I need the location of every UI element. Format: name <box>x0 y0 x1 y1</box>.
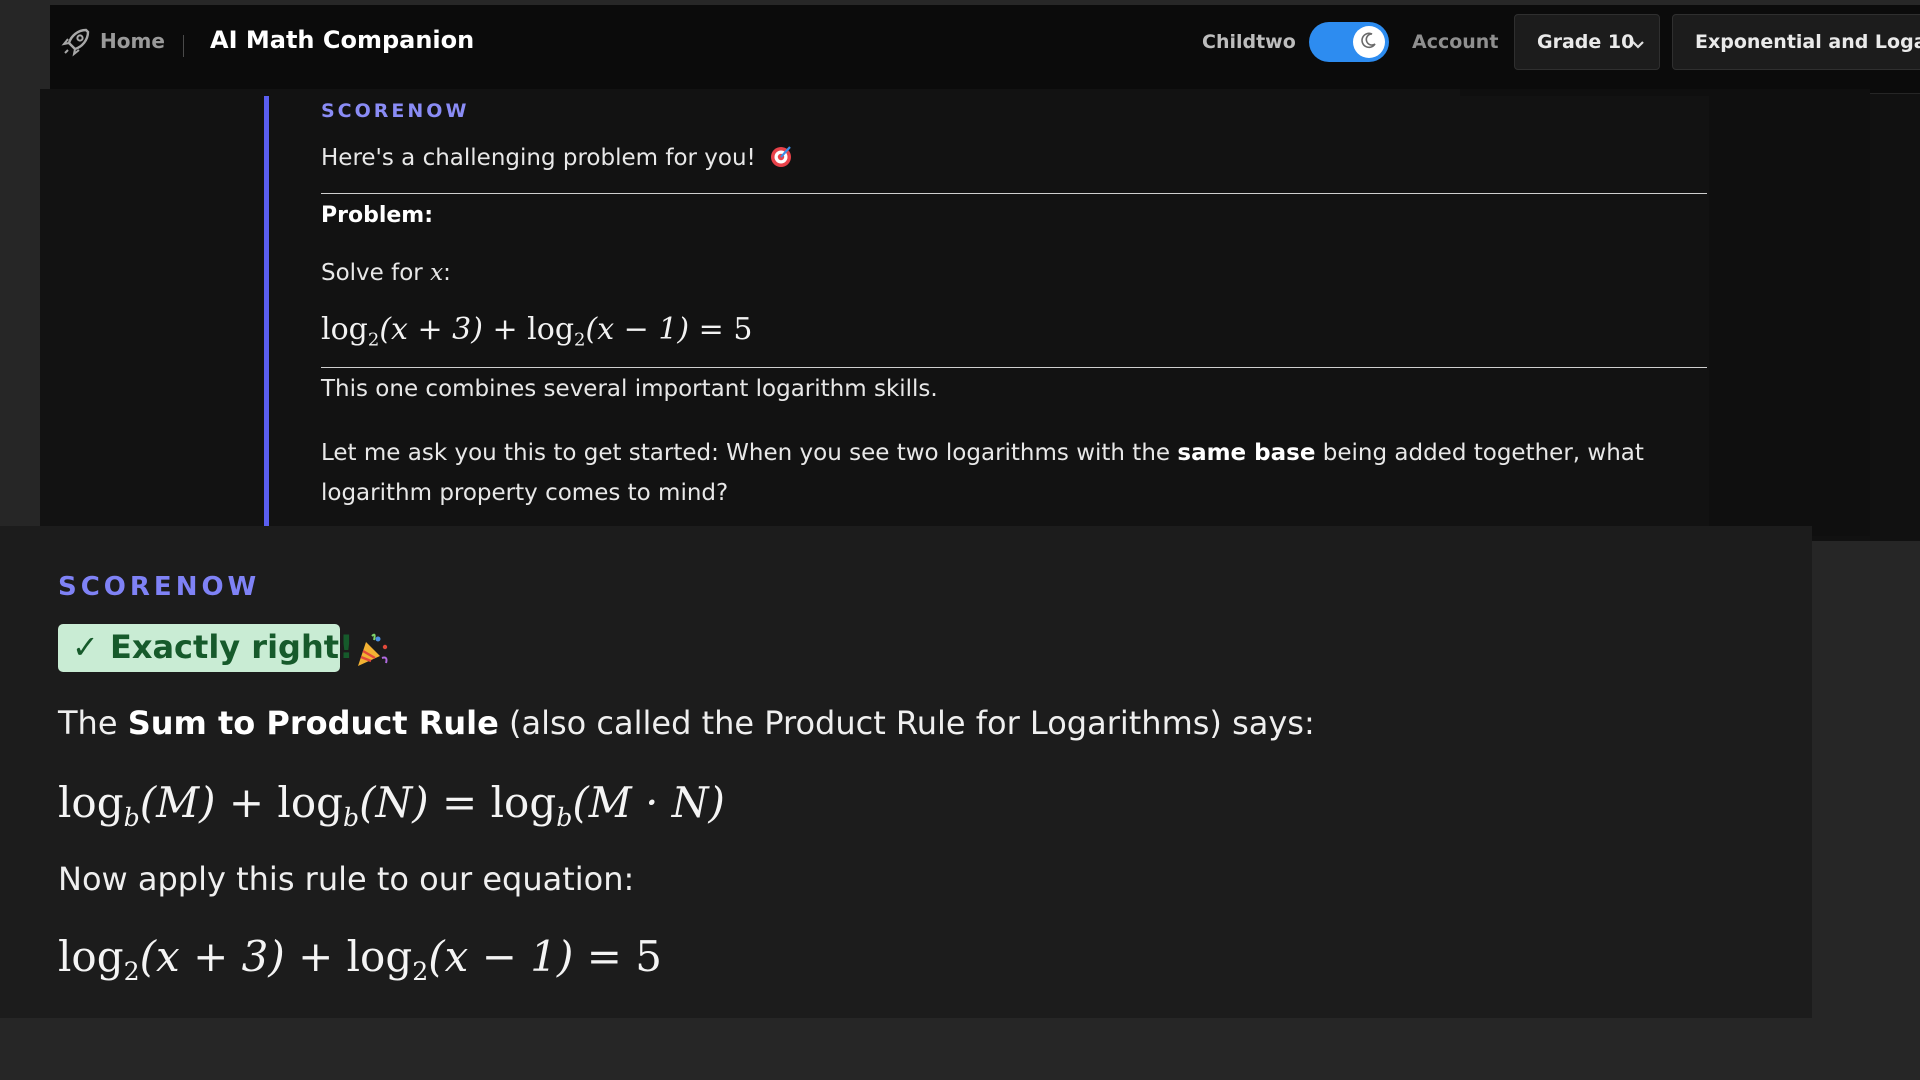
message-sender: SCORENOW <box>58 572 261 602</box>
theme-toggle[interactable] <box>1309 22 1389 62</box>
eq-log-3: log <box>490 778 557 827</box>
rocket-icon[interactable] <box>60 26 92 58</box>
home-link[interactable]: Home <box>100 29 165 53</box>
eq-plus: + <box>215 778 278 827</box>
problem-equation: log2(x + 3) + log2(x − 1) = 5 <box>321 312 752 350</box>
zoomed-message-panel: SCORENOW ✓ Exactly right! The Sum to Pro… <box>0 526 1812 1018</box>
party-popper-icon <box>352 630 392 670</box>
eq-plus: + <box>284 932 347 981</box>
grade-select-value: Grade 10 <box>1537 31 1635 53</box>
right-margin <box>1812 541 1920 1080</box>
assistant-message: SCORENOW Here's a challenging problem fo… <box>264 96 1709 526</box>
grade-select[interactable]: Grade 10 <box>1514 14 1660 70</box>
eq-base: b <box>123 802 140 832</box>
rule-bold: Sum to Product Rule <box>127 704 499 742</box>
screen: Home AI Math Companion Childtwo Account … <box>0 0 1920 1080</box>
eq-equals: = <box>428 778 491 827</box>
moon-icon <box>1360 31 1378 53</box>
app-title: AI Math Companion <box>210 26 475 54</box>
eq-log: log <box>58 932 124 981</box>
eq-log-2: log <box>527 312 575 347</box>
solve-suffix: : <box>443 260 451 286</box>
target-icon <box>769 144 793 168</box>
eq-plus: + <box>482 312 528 347</box>
eq-base: 2 <box>367 329 380 351</box>
eq-rhs: = 5 <box>573 932 662 981</box>
eq-log: log <box>321 312 368 347</box>
eq-base-3: b <box>556 802 573 832</box>
product-rule-equation: logb(M) + logb(N) = logb(M · N) <box>58 778 725 832</box>
user-name: Childtwo <box>1202 31 1296 53</box>
correct-badge: ✓ Exactly right! <box>58 624 354 672</box>
topic-select[interactable]: Exponential and Logarithmic Functions <box>1672 14 1920 70</box>
eq-m: (M) <box>139 778 216 827</box>
eq-log-2: log <box>346 932 413 981</box>
eq-base-2: 2 <box>412 956 429 986</box>
eq-rhs: = 5 <box>689 312 753 347</box>
top-navigation-bar: Home AI Math Companion Childtwo Account … <box>50 5 1920 94</box>
apply-instruction: Now apply this rule to our equation: <box>58 860 635 898</box>
solve-prefix: Solve for <box>321 260 431 286</box>
eq-arg2: (x − 1) <box>585 312 690 347</box>
eq-arg1: (x + 3) <box>379 312 483 347</box>
toggle-knob <box>1353 26 1385 58</box>
eq-n: (N) <box>359 778 429 827</box>
question-pre: Let me ask you this to get started: When… <box>321 440 1178 466</box>
eq-arg2: (x − 1) <box>428 932 574 981</box>
eq-mn: (M · N) <box>572 778 725 827</box>
eq-arg1: (x + 3) <box>139 932 285 981</box>
eq-log-2: log <box>277 778 344 827</box>
applied-equation: log2(x + 3) + log2(x − 1) = 5 <box>58 932 662 986</box>
rule-pre: The <box>58 704 128 742</box>
question-bold: same base <box>1177 440 1316 466</box>
topic-select-value: Exponential and Logarithmic Functions <box>1695 31 1920 53</box>
eq-base-2: 2 <box>574 329 586 351</box>
intro-text: Here's a challenging problem for you! <box>321 145 756 171</box>
solve-variable: x <box>430 260 444 286</box>
divider <box>321 367 1707 368</box>
rule-post: (also called the Product Rule for Logari… <box>498 704 1315 742</box>
guiding-question: Let me ask you this to get started: When… <box>321 433 1707 513</box>
chevron-down-icon <box>1631 35 1645 49</box>
combine-text: This one combines several important loga… <box>321 376 938 402</box>
eq-base: 2 <box>123 956 140 986</box>
message-intro: Here's a challenging problem for you! <box>321 144 793 171</box>
message-sender: SCORENOW <box>321 100 470 122</box>
problem-label: Problem: <box>321 203 434 228</box>
rule-explanation: The Sum to Product Rule (also called the… <box>58 704 1315 742</box>
eq-base-2: b <box>343 802 360 832</box>
solve-instruction: Solve for x: <box>321 260 451 286</box>
nav-divider <box>183 35 184 57</box>
account-link[interactable]: Account <box>1412 31 1498 53</box>
bottom-margin <box>0 1018 1812 1080</box>
eq-log: log <box>58 778 124 827</box>
divider <box>321 193 1707 194</box>
